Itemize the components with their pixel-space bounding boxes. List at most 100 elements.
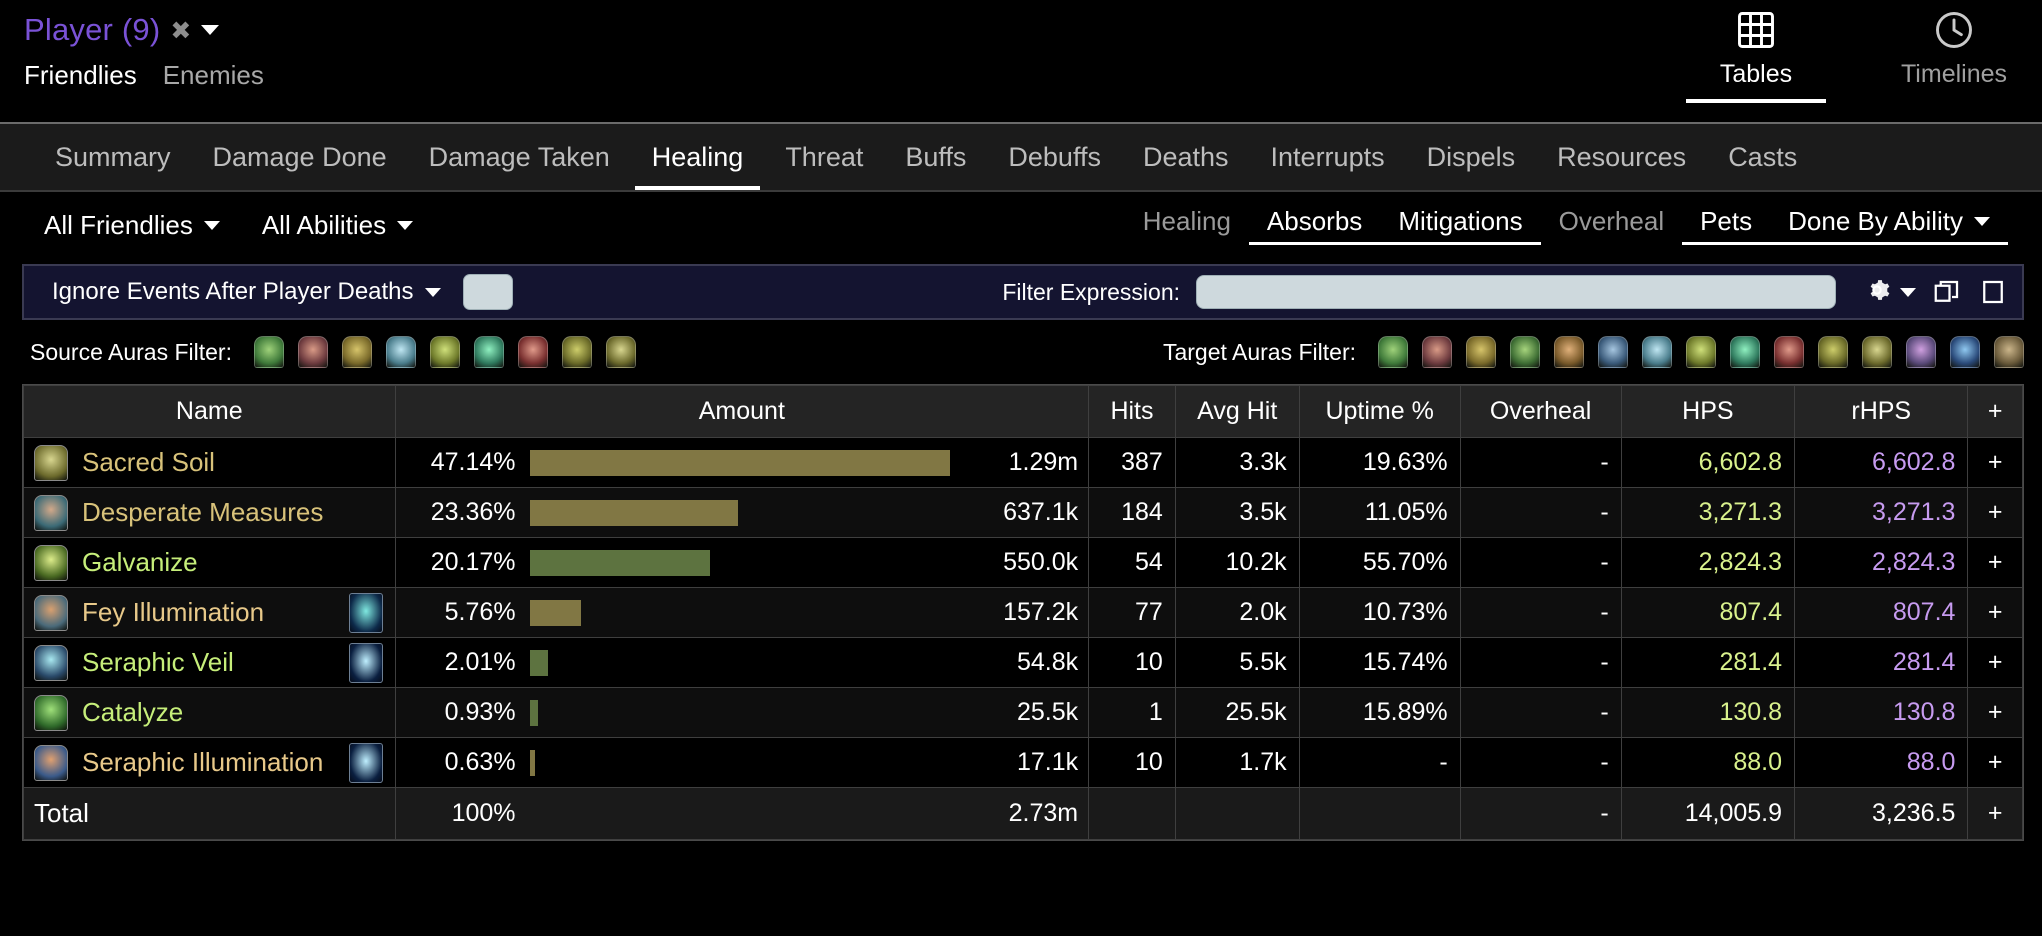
toggle-pets[interactable]: Pets (1682, 206, 1771, 245)
row-expand-button[interactable]: + (1967, 487, 2023, 538)
tab-friendlies[interactable]: Friendlies (24, 60, 137, 91)
row-ability-name[interactable]: Seraphic Illumination (82, 747, 323, 778)
tab-casts[interactable]: Casts (1707, 124, 1818, 190)
col-header-add-column[interactable]: + (1967, 385, 2023, 438)
buff-fey-wisp-icon[interactable] (348, 592, 383, 633)
aura-vitality-icon[interactable] (297, 336, 328, 368)
ignore-events-dropdown[interactable]: Ignore Events After Player Deaths (52, 278, 441, 306)
aura-blood-icon[interactable] (1774, 336, 1804, 368)
aura-catalyze-icon[interactable] (1378, 336, 1408, 368)
tab-summary[interactable]: Summary (34, 124, 192, 190)
row-expand-button[interactable]: + (1967, 687, 2023, 738)
aura-desperate-icon[interactable] (1994, 336, 2024, 368)
col-header-hits[interactable]: Hits (1088, 385, 1176, 438)
row-ability-name[interactable]: Seraphic Veil (82, 647, 234, 678)
spell-fey-illumination-icon[interactable] (34, 594, 68, 631)
spell-desperate-measures-icon[interactable] (34, 494, 68, 531)
aura-frost-icon[interactable] (1642, 336, 1672, 368)
spell-seraphic-veil-icon[interactable] (34, 644, 68, 681)
tab-damage-done[interactable]: Damage Done (192, 124, 408, 190)
friendlies-filter-dropdown[interactable]: All Friendlies (44, 210, 220, 241)
col-header-rhps[interactable]: rHPS (1794, 385, 1969, 438)
chevron-down-icon (1974, 216, 1990, 226)
restore-window-icon[interactable] (1932, 277, 1962, 307)
aura-blood-icon[interactable] (517, 336, 548, 368)
table-row[interactable]: Seraphic Illumination 0.63% 17.1k 10 1.7k - -8… (23, 737, 2023, 788)
maximize-window-icon[interactable] (1978, 277, 2008, 307)
aura-scales-icon[interactable] (561, 336, 592, 368)
tab-resources[interactable]: Resources (1536, 124, 1707, 190)
filter-expression-input[interactable] (1196, 275, 1836, 309)
row-expand-button[interactable]: + (1967, 437, 2023, 488)
row-expand-button[interactable]: + (1967, 587, 2023, 638)
aura-spirit-icon[interactable] (1598, 336, 1628, 368)
tab-threat[interactable]: Threat (764, 124, 884, 190)
row-expand-button[interactable]: + (1967, 737, 2023, 788)
aura-golden-icon[interactable] (1466, 336, 1496, 368)
row-expand-button[interactable]: + (1967, 537, 2023, 588)
tab-damage-taken[interactable]: Damage Taken (408, 124, 631, 190)
col-header-avg-hit[interactable]: Avg Hit (1174, 385, 1300, 438)
table-row[interactable]: Desperate Measures 23.36% 637.1k 184 3.5k 11.… (23, 487, 2023, 538)
aura-galvanize-icon[interactable] (473, 336, 504, 368)
done-by-ability-dropdown[interactable]: Done By Ability (1770, 206, 2008, 245)
aura-illumination-icon[interactable] (1906, 336, 1936, 368)
row-ability-name[interactable]: Sacred Soil (82, 447, 215, 478)
spell-seraphic-illumination-icon[interactable] (34, 744, 68, 781)
aura-soil-icon[interactable] (605, 336, 636, 368)
row-ability-name[interactable]: Fey Illumination (82, 597, 264, 628)
aura-nature-icon[interactable] (429, 336, 460, 368)
ignore-events-toggle[interactable] (462, 274, 513, 310)
aura-leaf-icon[interactable] (1510, 336, 1540, 368)
abilities-filter-dropdown[interactable]: All Abilities (262, 210, 414, 241)
settings-menu-button[interactable] (1862, 275, 1916, 310)
spell-catalyze-icon[interactable] (34, 694, 68, 731)
close-x-icon[interactable]: ✖ (170, 18, 191, 44)
aura-ember-icon[interactable] (1554, 336, 1584, 368)
table-row[interactable]: Seraphic Veil 2.01% 54.8k 10 5.5k 15.74% -281.… (23, 637, 2023, 688)
tab-interrupts[interactable]: Interrupts (1250, 124, 1406, 190)
col-header-overheal[interactable]: Overheal (1459, 385, 1622, 438)
total-add-column[interactable]: + (1967, 787, 2023, 840)
chevron-down-icon[interactable] (201, 25, 220, 35)
col-header-hps[interactable]: HPS (1620, 385, 1796, 438)
view-mode-tables[interactable]: Tables (1686, 8, 1826, 103)
view-mode-timelines[interactable]: Timelines (1884, 8, 2024, 103)
spell-galvanize-icon[interactable] (34, 544, 68, 581)
col-header-name[interactable]: Name (23, 385, 396, 438)
table-row[interactable]: Galvanize 20.17% 550.0k 54 10.2k 55.70% -2,824… (23, 537, 2023, 588)
buff-seraphic-wings-icon[interactable] (348, 742, 383, 783)
buff-seraphic-wings-icon[interactable] (348, 642, 383, 683)
row-ability-name[interactable]: Galvanize (82, 547, 198, 578)
tab-dispels[interactable]: Dispels (1406, 124, 1537, 190)
toggle-healing[interactable]: Healing (1125, 206, 1249, 245)
tab-healing[interactable]: Healing (631, 124, 765, 190)
player-name-label[interactable]: Player (9) (24, 12, 160, 48)
table-row[interactable]: Fey Illumination 5.76% 157.2k 77 2.0k 10.73% -… (23, 587, 2023, 638)
row-expand-button[interactable]: + (1967, 637, 2023, 688)
tab-debuffs[interactable]: Debuffs (987, 124, 1122, 190)
row-ability-name[interactable]: Desperate Measures (82, 497, 323, 528)
aura-galvanize-icon[interactable] (1730, 336, 1760, 368)
aura-golden-icon[interactable] (341, 336, 372, 368)
col-header-uptime[interactable]: Uptime % (1298, 385, 1461, 438)
aura-vitality-icon[interactable] (1422, 336, 1452, 368)
tab-deaths[interactable]: Deaths (1122, 124, 1250, 190)
toggle-absorbs[interactable]: Absorbs (1248, 206, 1381, 245)
tab-enemies[interactable]: Enemies (163, 60, 264, 91)
col-header-amount[interactable]: Amount (394, 385, 1090, 438)
table-row[interactable]: Catalyze 0.93% 25.5k 1 25.5k 15.89% -130.8 130.… (23, 687, 2023, 738)
row-ability-name[interactable]: Catalyze (82, 697, 183, 728)
toggle-mitigations[interactable]: Mitigations (1380, 206, 1541, 245)
aura-scales-icon[interactable] (1818, 336, 1848, 368)
player-selector[interactable]: Player (9) ✖ (24, 12, 264, 48)
aura-catalyze-icon[interactable] (253, 336, 284, 368)
table-row[interactable]: Sacred Soil 47.14% 1.29m 387 3.3k 19.63% -6,60… (23, 437, 2023, 488)
tab-buffs[interactable]: Buffs (884, 124, 987, 190)
aura-soil-icon[interactable] (1862, 336, 1892, 368)
aura-nature-icon[interactable] (1686, 336, 1716, 368)
toggle-overheal[interactable]: Overheal (1541, 206, 1683, 245)
spell-sacred-soil-icon[interactable] (34, 444, 68, 481)
aura-frost-icon[interactable] (385, 336, 416, 368)
aura-veil-icon[interactable] (1950, 336, 1980, 368)
